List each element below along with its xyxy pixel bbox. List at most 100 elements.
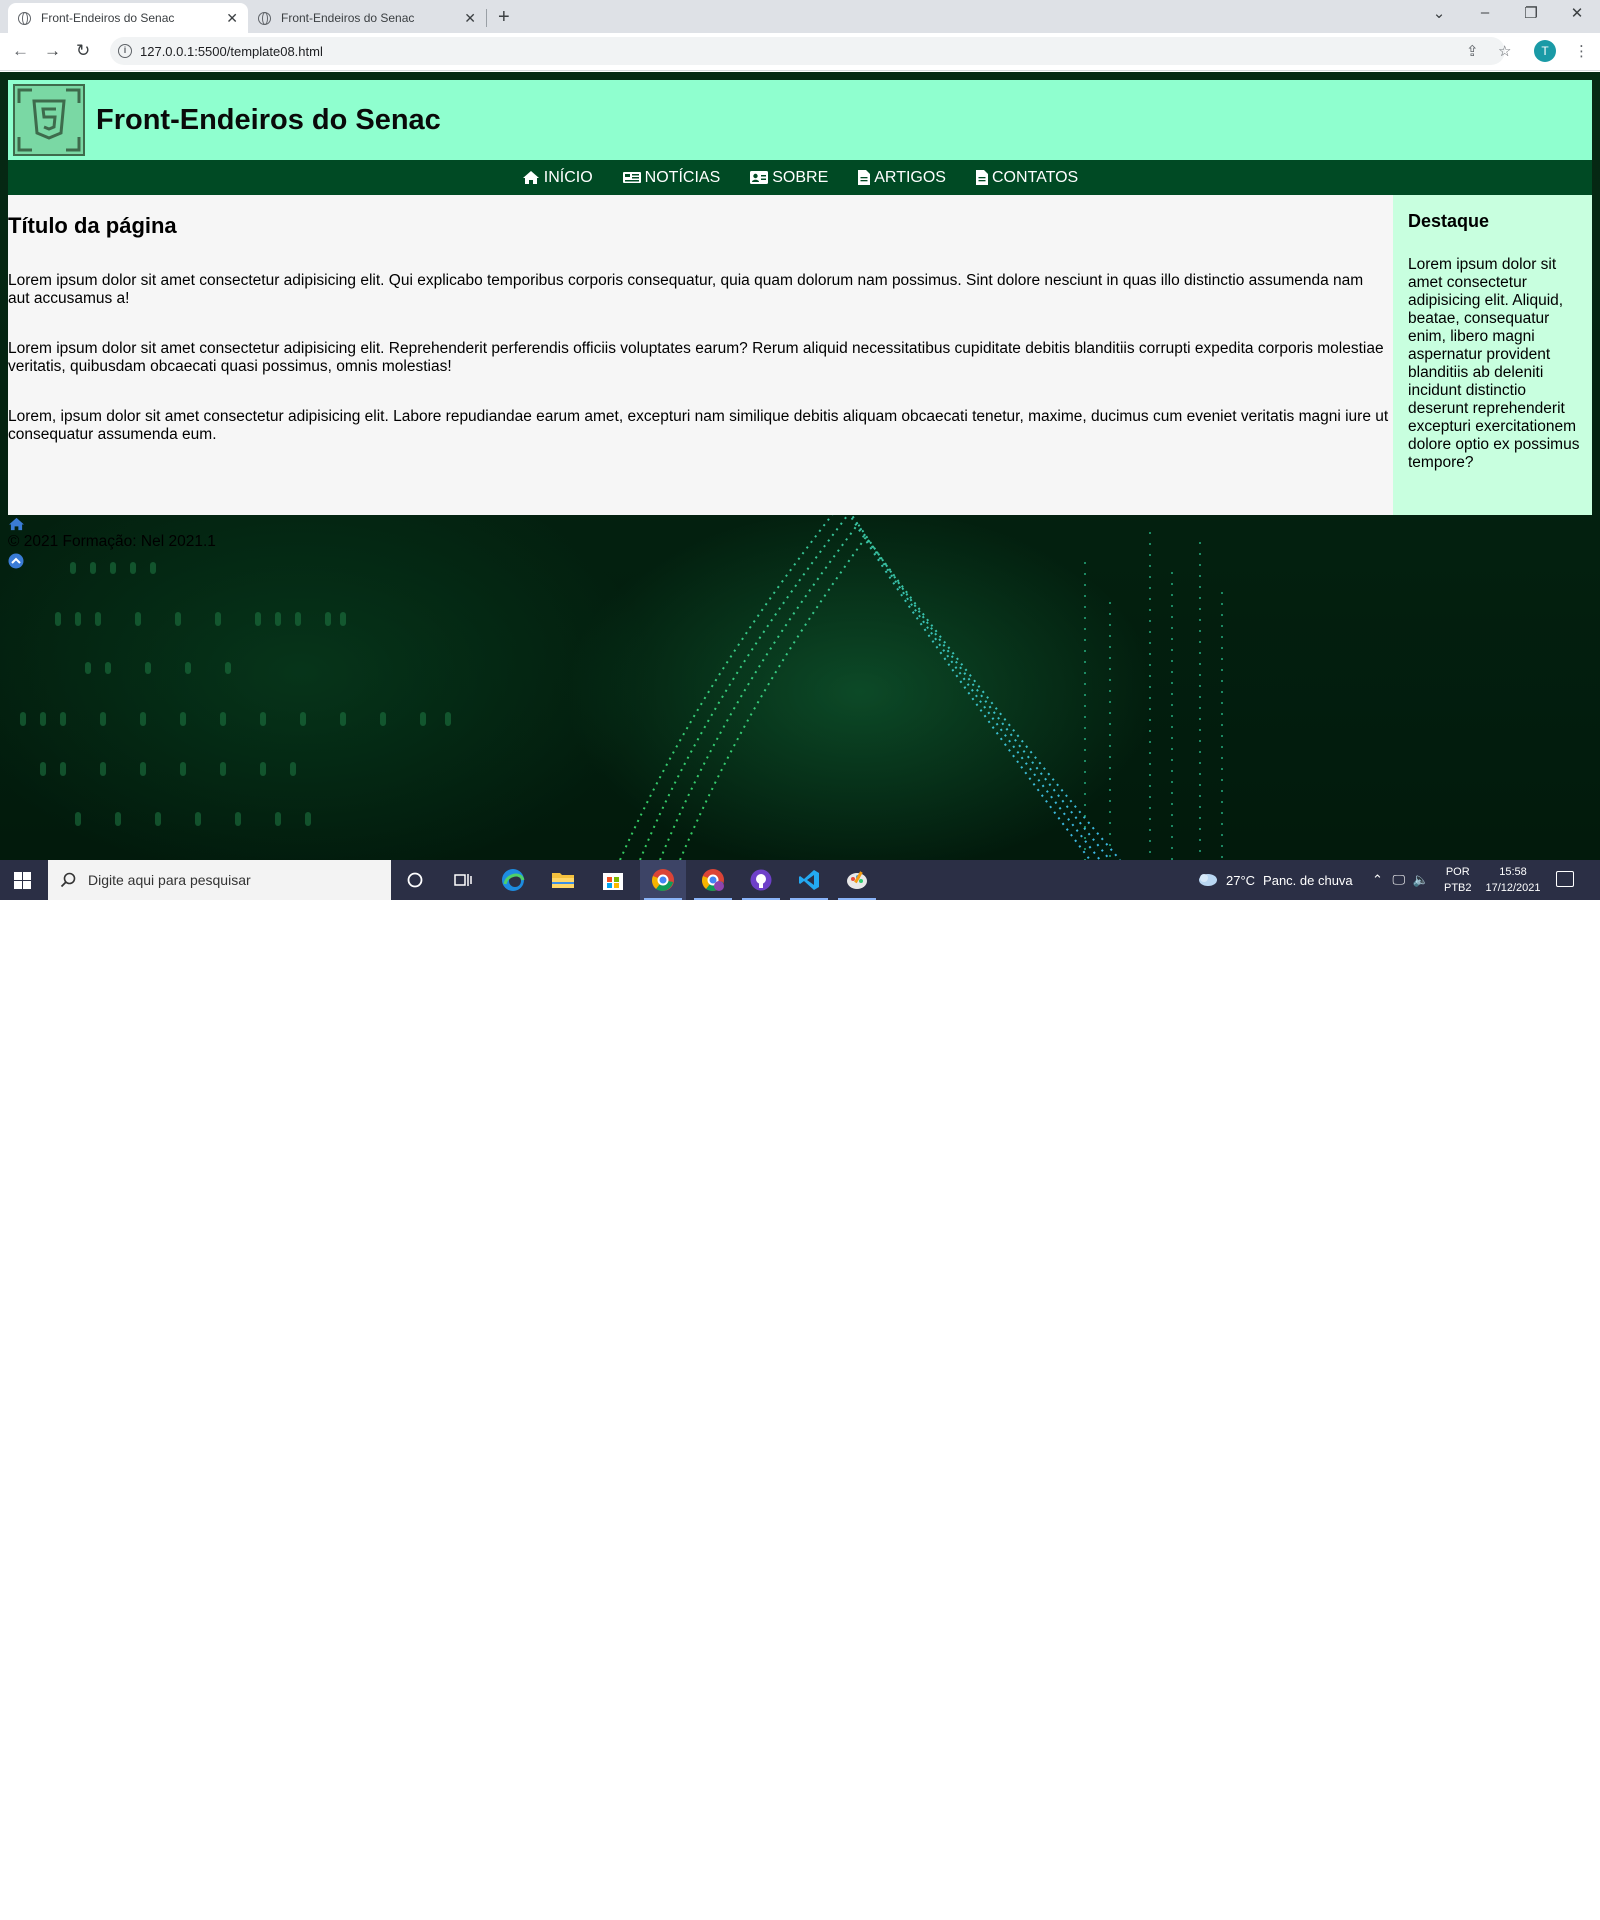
globe-icon <box>258 11 271 25</box>
site-body: Título da página Lorem ipsum dolor sit a… <box>8 195 1592 515</box>
nav-item-sobre[interactable]: SOBRE <box>750 169 828 187</box>
taskbar-edge[interactable] <box>490 860 536 900</box>
close-icon[interactable]: ✕ <box>226 10 238 27</box>
language-code: POR <box>1445 866 1470 878</box>
maximize-button[interactable]: ❐ <box>1516 4 1546 22</box>
paragraph: Lorem ipsum dolor sit amet consectetur a… <box>8 340 1384 375</box>
tab-search-button[interactable]: ⌄ <box>1424 4 1454 22</box>
task-view-icon <box>454 874 472 886</box>
chevron-up-icon[interactable]: ⌃ <box>1372 872 1383 887</box>
nav-item-label: ARTIGOS <box>874 168 946 186</box>
nav-item-label: CONTATOS <box>991 168 1079 186</box>
clock-time: 15:58 <box>1499 866 1527 878</box>
paragraph: Lorem ipsum dolor sit amet consectetur a… <box>8 272 1364 307</box>
chrome-icon <box>652 869 674 891</box>
notification-icon[interactable] <box>1556 871 1574 887</box>
search-icon <box>60 872 76 888</box>
reload-button[interactable]: ↻ <box>76 41 90 61</box>
desktop-screen: Front-Endeiros do Senac ✕ Front-Endeiros… <box>0 0 1600 900</box>
taskbar-chrome[interactable] <box>640 860 686 900</box>
home-icon[interactable] <box>8 517 25 531</box>
forward-button[interactable]: → <box>44 41 61 61</box>
windows-start-icon[interactable] <box>14 872 31 889</box>
footer-copyright: © 2021 Formação: Nel 2021.1 <box>8 533 216 550</box>
globe-icon <box>18 11 31 25</box>
tray-weather[interactable]: 27°C Panc. de chuva <box>1196 860 1353 900</box>
weather-temperature: 27°C <box>1226 872 1256 888</box>
github-icon <box>750 869 772 891</box>
website: Front-Endeiros do Senac INÍCIO NOTÍCIAS … <box>8 80 1592 515</box>
taskbar-github[interactable] <box>738 860 784 900</box>
chrome-icon <box>702 869 724 891</box>
taskbar-paint[interactable] <box>834 860 880 900</box>
volume-icon[interactable]: 🔈 <box>1413 872 1429 887</box>
nav-item-artigos[interactable]: ARTIGOS <box>858 169 946 187</box>
store-icon <box>603 873 623 890</box>
cortana-icon <box>407 872 423 888</box>
paragraph: Lorem, ipsum dolor sit amet consectetur … <box>8 408 1389 443</box>
main-navigation: INÍCIO NOTÍCIAS SOBRE ARTIGOS CONTATOS <box>8 160 1592 195</box>
clock-date: 17/12/2021 <box>1485 882 1541 894</box>
taskbar-file-explorer[interactable] <box>540 860 586 900</box>
site-header: Front-Endeiros do Senac <box>8 80 1592 160</box>
folder-icon <box>552 873 574 888</box>
windows-taskbar: Digite aqui para pesquisar 27°C Panc. de… <box>0 860 1600 900</box>
tab-title: Front-Endeiros do Senac <box>41 11 175 25</box>
tab-separator <box>486 9 487 27</box>
tray-language[interactable]: POR PTB2 <box>1444 864 1472 896</box>
vscode-icon <box>799 870 819 890</box>
close-window-button[interactable]: ✕ <box>1562 4 1592 22</box>
main-content: Título da página Lorem ipsum dolor sit a… <box>8 195 1393 515</box>
taskbar-chrome-profile[interactable] <box>690 860 736 900</box>
search-placeholder: Digite aqui para pesquisar <box>88 872 251 888</box>
star-icon[interactable]: ☆ <box>1498 42 1511 60</box>
close-icon[interactable]: ✕ <box>464 10 476 27</box>
page-title: Título da página <box>8 213 177 238</box>
address-bar[interactable]: i 127.0.0.1:5500/template08.html <box>110 37 1505 65</box>
nav-item-noticias[interactable]: NOTÍCIAS <box>622 168 721 187</box>
profile-avatar[interactable]: T <box>1534 40 1556 62</box>
file-icon <box>975 170 988 185</box>
taskbar-search[interactable]: Digite aqui para pesquisar <box>48 860 391 900</box>
file-icon <box>858 170 871 185</box>
edge-icon <box>502 869 525 891</box>
home-icon <box>522 171 539 184</box>
tray-clock[interactable]: 15:58 17/12/2021 <box>1482 864 1544 896</box>
browser-tab-active[interactable]: Front-Endeiros do Senac ✕ <box>8 3 248 33</box>
nav-item-label: NOTÍCIAS <box>644 168 721 186</box>
nav-item-label: SOBRE <box>772 168 829 186</box>
sidebar-title: Destaque <box>1408 211 1490 231</box>
url-text[interactable]: 127.0.0.1:5500/template08.html <box>140 44 323 59</box>
task-view-button[interactable] <box>440 860 486 900</box>
taskbar-vscode[interactable] <box>786 860 832 900</box>
menu-icon[interactable]: ⋮ <box>1574 42 1589 60</box>
nav-item-contatos[interactable]: CONTATOS <box>975 168 1079 187</box>
info-icon[interactable]: i <box>118 44 132 58</box>
paint-icon <box>847 871 867 889</box>
network-icon[interactable]: 🖵 <box>1393 872 1406 887</box>
browser-tab[interactable]: Front-Endeiros do Senac ✕ <box>248 3 486 33</box>
nav-item-inicio[interactable]: INÍCIO <box>522 169 593 187</box>
html5-logo-icon[interactable] <box>12 83 86 157</box>
back-button[interactable]: ← <box>12 41 29 61</box>
weather-description: Panc. de chuva <box>1263 872 1353 888</box>
tab-title: Front-Endeiros do Senac <box>281 11 415 25</box>
newspaper-icon <box>622 172 641 183</box>
sidebar-text: Lorem ipsum dolor sit amet consectetur a… <box>1408 256 1580 471</box>
cortana-button[interactable] <box>392 860 438 900</box>
share-icon[interactable]: ⇪ <box>1466 42 1479 60</box>
browser-tab-bar: Front-Endeiros do Senac ✕ Front-Endeiros… <box>0 0 1600 33</box>
back-to-top-icon[interactable] <box>8 553 24 569</box>
nav-item-label: INÍCIO <box>543 168 593 186</box>
keyboard-layout: PTB2 <box>1444 882 1472 894</box>
sidebar-highlight: Destaque Lorem ipsum dolor sit amet cons… <box>1393 195 1592 515</box>
site-title: Front-Endeiros do Senac <box>96 103 441 136</box>
new-tab-button[interactable]: + <box>498 6 510 29</box>
cloud-rain-icon <box>1199 874 1217 886</box>
id-card-icon <box>750 171 769 184</box>
browser-toolbar: ← → ↻ i 127.0.0.1:5500/template08.html ⇪… <box>0 33 1600 71</box>
taskbar-store[interactable] <box>590 860 636 900</box>
minimize-button[interactable]: – <box>1470 4 1500 21</box>
tray-icons: ⌃ 🖵 🔈 <box>1372 872 1429 888</box>
page-viewport: Front-Endeiros do Senac INÍCIO NOTÍCIAS … <box>0 72 1600 860</box>
